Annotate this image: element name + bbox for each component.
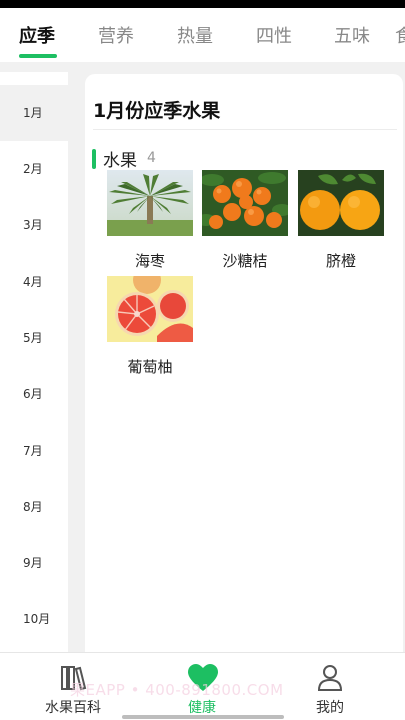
month-item-2[interactable]: 2月 <box>0 141 68 197</box>
month-item-10[interactable]: 10月 <box>0 591 68 647</box>
fruit-item-shatangju[interactable]: 沙糖桔 <box>202 170 288 270</box>
content-area: 1月 2月 3月 4月 5月 6月 7月 8月 9月 10月 1月份应季水果 水… <box>0 62 405 664</box>
section-count: 4 <box>147 150 156 166</box>
divider <box>93 129 397 130</box>
fruit-item-putaoyou[interactable]: 葡萄柚 <box>107 276 193 376</box>
nav-label: 我的 <box>316 700 344 716</box>
nav-label: 健康 <box>188 700 216 716</box>
fruit-name: 沙糖桔 <box>222 252 268 270</box>
month-item-7[interactable]: 7月 <box>0 423 68 479</box>
month-list: 1月 2月 3月 4月 5月 6月 7月 8月 9月 10月 <box>0 72 68 652</box>
tab-five-flavors[interactable]: 五味 <box>334 22 370 48</box>
tab-in-season[interactable]: 应季 <box>19 22 55 48</box>
mandarin-photo <box>202 170 288 236</box>
month-item-6[interactable]: 6月 <box>0 366 68 422</box>
tab-four-natures[interactable]: 四性 <box>256 22 292 48</box>
section-label: 水果 <box>103 151 137 171</box>
fruit-name: 葡萄柚 <box>127 358 173 376</box>
month-item-4[interactable]: 4月 <box>0 254 68 310</box>
status-bar <box>0 0 405 8</box>
fruit-name: 海枣 <box>134 252 165 270</box>
month-item-9[interactable]: 9月 <box>0 535 68 591</box>
month-item-5[interactable]: 5月 <box>0 310 68 366</box>
fruit-item-qicheng[interactable]: 脐橙 <box>298 170 384 270</box>
navel-orange-photo <box>298 170 384 236</box>
bottom-nav-bar: 水果百科 健康 我的 果EAPP • 400-891800.COM <box>0 652 405 720</box>
month-item-8[interactable]: 8月 <box>0 479 68 535</box>
nav-label: 水果百科 <box>45 700 101 716</box>
watermark: 果EAPP • 400-891800.COM <box>70 681 284 699</box>
grapefruit-photo <box>107 276 193 342</box>
date-palm-photo <box>107 170 193 236</box>
tab-more[interactable]: 食 <box>395 22 405 48</box>
season-card: 1月份应季水果 水果 4 海枣 沙糖桔 脐橙 葡萄柚 <box>85 74 403 664</box>
month-item-1[interactable]: 1月 <box>0 85 68 141</box>
tab-calories[interactable]: 热量 <box>177 22 213 48</box>
fruit-item-haizao[interactable]: 海枣 <box>107 170 193 270</box>
user-icon <box>315 663 345 693</box>
section-marker <box>92 149 96 169</box>
fruit-name: 脐橙 <box>325 252 356 270</box>
tab-nutrition[interactable]: 营养 <box>98 22 134 48</box>
nav-profile[interactable]: 我的 <box>285 663 375 719</box>
active-tab-indicator <box>19 54 57 58</box>
home-indicator <box>122 715 284 719</box>
top-tab-bar: 应季 营养 热量 四性 五味 食 <box>0 8 405 62</box>
month-item-3[interactable]: 3月 <box>0 197 68 253</box>
card-title: 1月份应季水果 <box>93 100 221 122</box>
